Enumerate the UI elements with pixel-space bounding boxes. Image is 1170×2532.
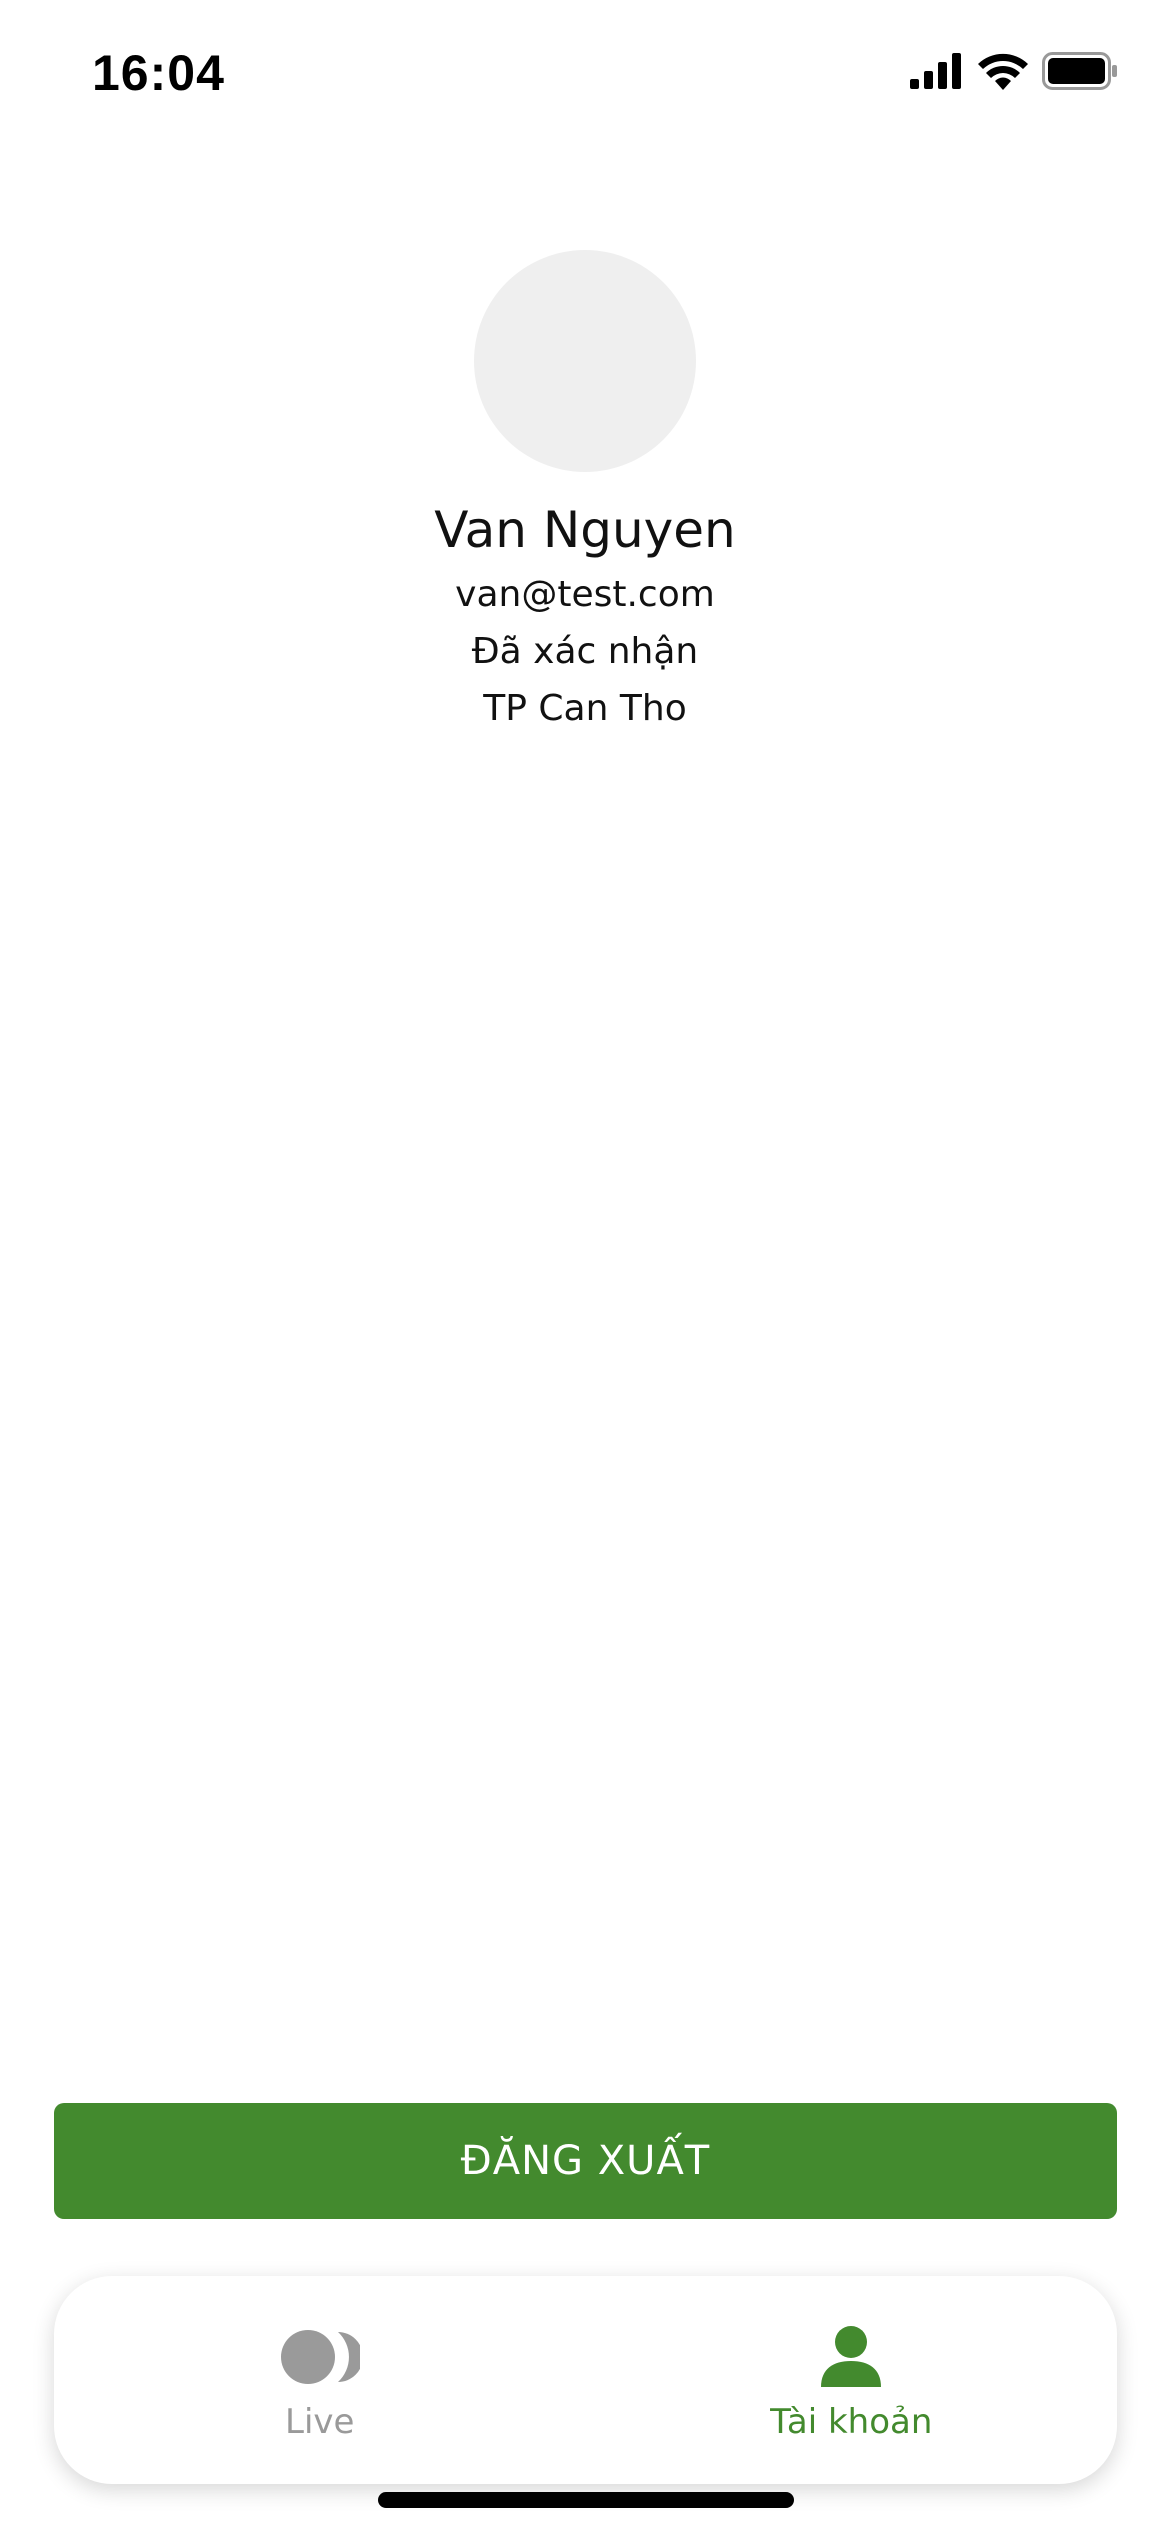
logout-button[interactable]: ĐĂNG XUẤT <box>54 2103 1117 2219</box>
tab-bar: Live Tài khoản <box>54 2276 1117 2484</box>
verification-status: Đã xác nhận <box>471 631 699 672</box>
avatar <box>474 250 696 472</box>
profile-name: Van Nguyen <box>434 501 736 559</box>
wifi-icon <box>978 52 1028 94</box>
tab-live[interactable]: Live <box>54 2276 586 2484</box>
signal-icon <box>910 53 964 93</box>
profile-city: TP Can Tho <box>483 688 687 729</box>
tab-account[interactable]: Tài khoản <box>586 2276 1118 2484</box>
live-icon <box>280 2326 360 2388</box>
battery-icon <box>1042 52 1118 94</box>
profile-email: van@test.com <box>455 574 715 615</box>
status-bar: 16:04 <box>0 0 1170 150</box>
tab-account-label: Tài khoản <box>770 2402 933 2442</box>
person-icon <box>811 2326 891 2388</box>
status-icons <box>910 52 1118 94</box>
home-indicator[interactable] <box>378 2492 794 2508</box>
status-time: 16:04 <box>92 45 225 101</box>
tab-live-label: Live <box>285 2402 355 2442</box>
